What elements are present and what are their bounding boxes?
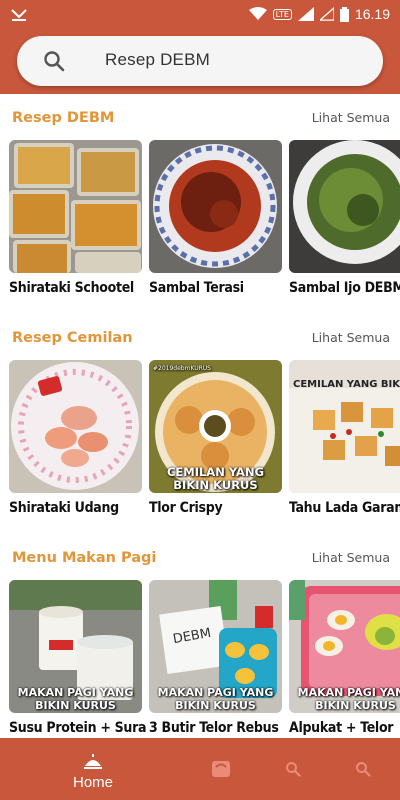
see-all-link[interactable]: Lihat Semua bbox=[312, 330, 390, 345]
recipe-card[interactable]: #2019debmKURUS CEMILAN YANG BIKIN KURUS … bbox=[149, 360, 282, 516]
recipe-image[interactable] bbox=[149, 140, 282, 273]
image-caption: MAKAN PAGI YANG BIKIN KURUS bbox=[157, 686, 274, 712]
card-row[interactable]: Shirataki Schootel Sambal Terasi Sambal … bbox=[9, 140, 400, 300]
recipe-title: Alpukat + Telor bbox=[289, 720, 394, 736]
dining-icon bbox=[84, 754, 102, 769]
recipe-image[interactable]: #2019debmKURUS CEMILAN YANG BIKIN KURUS bbox=[149, 360, 282, 493]
see-all-link[interactable]: Lihat Semua bbox=[312, 110, 390, 125]
recipe-card[interactable]: Shirataki Udang bbox=[9, 360, 142, 516]
nav-home-label: Home bbox=[72, 774, 113, 791]
card-row[interactable]: Shirataki Udang #2019debmKURUS CEMILAN Y… bbox=[9, 360, 400, 520]
recipe-title: Shirataki Schootel bbox=[9, 280, 134, 296]
see-all-link[interactable]: Lihat Semua bbox=[312, 550, 390, 565]
recipe-image[interactable]: MAKAN PAGI YANG BIKIN KURUS bbox=[289, 580, 400, 713]
section-title: Resep Cemilan bbox=[12, 330, 133, 346]
clock: 16.19 bbox=[354, 6, 390, 22]
recipe-title: 3 Butir Telor Rebus bbox=[149, 720, 279, 736]
lte-badge: LTE bbox=[272, 8, 292, 20]
recipe-title: Sambal Terasi bbox=[149, 280, 244, 296]
recipe-card[interactable]: Shirataki Schootel bbox=[9, 140, 142, 296]
recipe-image[interactable]: DEBM MAKAN PAGI YANG BIKIN KURUS bbox=[149, 580, 282, 713]
hashtag-overlay: #2019debmKURUS bbox=[153, 365, 211, 372]
nav-search[interactable] bbox=[278, 738, 308, 800]
download-notification-icon bbox=[11, 9, 27, 21]
image-caption: MAKAN PAGI YANG BIKIN KURUS bbox=[297, 686, 400, 712]
battery-icon bbox=[339, 6, 349, 22]
image-caption: MAKAN PAGI YANG BIKIN KURUS bbox=[17, 686, 134, 712]
image-caption: CEMILAN YANG BIKIN KURUS bbox=[166, 465, 265, 492]
wifi-icon bbox=[248, 7, 267, 20]
recipe-list[interactable]: Resep DEBM Lihat Semua Shirataki Schoote… bbox=[0, 94, 400, 738]
recipe-title: Tlor Crispy bbox=[149, 500, 223, 516]
recipe-image[interactable]: CEMILAN YANG BIKIN KURUS bbox=[289, 360, 400, 493]
recipe-card[interactable]: MAKAN PAGI YANG BIKIN KURUS Alpukat + Te… bbox=[289, 580, 400, 736]
scale-icon bbox=[212, 761, 230, 777]
signal-icon-2 bbox=[319, 7, 334, 21]
nav-home[interactable]: Home bbox=[58, 738, 128, 800]
recipe-card[interactable]: DEBM MAKAN PAGI YANG BIKIN KURUS 3 Butir… bbox=[149, 580, 282, 736]
header: Resep DEBM bbox=[0, 28, 400, 94]
bottom-nav: Home bbox=[0, 738, 400, 800]
recipe-title: Sambal Ijo DEBM bbox=[289, 280, 400, 296]
recipe-title: Shirataki Udang bbox=[9, 500, 119, 516]
status-bar: LTE 16.19 bbox=[0, 0, 400, 28]
recipe-title: Tahu Lada Garam bbox=[289, 500, 400, 516]
recipe-image[interactable] bbox=[289, 140, 400, 273]
recipe-card[interactable]: CEMILAN YANG BIKIN KURUS Tahu Lada Garam bbox=[289, 360, 400, 516]
image-caption: CEMILAN YANG BIKIN KURUS bbox=[293, 379, 400, 390]
search-icon[interactable] bbox=[43, 50, 65, 72]
section-title: Resep DEBM bbox=[12, 110, 115, 126]
signal-icon bbox=[297, 7, 314, 21]
recipe-title: Susu Protein + Sura bbox=[9, 720, 147, 736]
nav-scale[interactable] bbox=[206, 738, 236, 800]
recipe-image[interactable] bbox=[9, 140, 142, 273]
recipe-image[interactable]: MAKAN PAGI YANG BIKIN KURUS bbox=[9, 580, 142, 713]
search-bar[interactable]: Resep DEBM bbox=[17, 36, 383, 86]
search-icon bbox=[286, 762, 301, 777]
search-input[interactable]: Resep DEBM bbox=[105, 50, 210, 70]
nav-search-2[interactable] bbox=[348, 738, 378, 800]
recipe-card[interactable]: MAKAN PAGI YANG BIKIN KURUS Susu Protein… bbox=[9, 580, 147, 736]
recipe-card[interactable]: Sambal Terasi bbox=[149, 140, 282, 296]
recipe-image[interactable] bbox=[9, 360, 142, 493]
recipe-card[interactable]: Sambal Ijo DEBM bbox=[289, 140, 400, 296]
section-title: Menu Makan Pagi bbox=[12, 550, 157, 566]
card-row[interactable]: MAKAN PAGI YANG BIKIN KURUS Susu Protein… bbox=[9, 580, 400, 738]
search-icon bbox=[356, 762, 371, 777]
